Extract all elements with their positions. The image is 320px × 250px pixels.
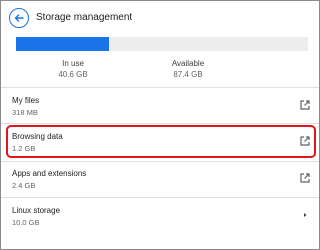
in-use-label: In use bbox=[62, 59, 84, 68]
list-item-apps-and-extensions[interactable]: Apps and extensions 2.4 GB bbox=[1, 161, 319, 199]
storage-used-fill bbox=[16, 37, 110, 51]
header: Storage management bbox=[1, 1, 319, 35]
highlight-box bbox=[6, 125, 316, 158]
list-item-linux-storage[interactable]: Linux storage 10.0 GB bbox=[1, 198, 319, 236]
chevron-right-icon[interactable] bbox=[299, 209, 311, 221]
in-use-value: 40.6 GB bbox=[58, 70, 88, 79]
available-legend: Available 87.4 GB bbox=[128, 59, 248, 79]
list-item-my-files[interactable]: My files 318 MB bbox=[1, 88, 319, 126]
storage-usage-bar bbox=[16, 37, 308, 51]
open-external-icon[interactable] bbox=[299, 172, 311, 184]
back-button[interactable] bbox=[9, 8, 29, 28]
list-item-label: Apps and extensions bbox=[12, 169, 87, 178]
list-item-size: 318 MB bbox=[12, 108, 38, 117]
list-item-label: Linux storage bbox=[12, 206, 61, 215]
available-value: 87.4 GB bbox=[173, 70, 203, 79]
list-item-size: 2.4 GB bbox=[12, 181, 36, 190]
open-external-icon[interactable] bbox=[299, 99, 311, 111]
arrow-back-icon bbox=[14, 14, 24, 22]
available-label: Available bbox=[171, 59, 205, 68]
in-use-legend: In use 40.6 GB bbox=[13, 59, 133, 79]
list-item-label: My files bbox=[12, 96, 40, 105]
list-item-size: 10.0 GB bbox=[12, 218, 40, 227]
page-title: Storage management bbox=[36, 12, 133, 23]
storage-management-panel: Storage management In use 40.6 GB Availa… bbox=[0, 0, 320, 250]
